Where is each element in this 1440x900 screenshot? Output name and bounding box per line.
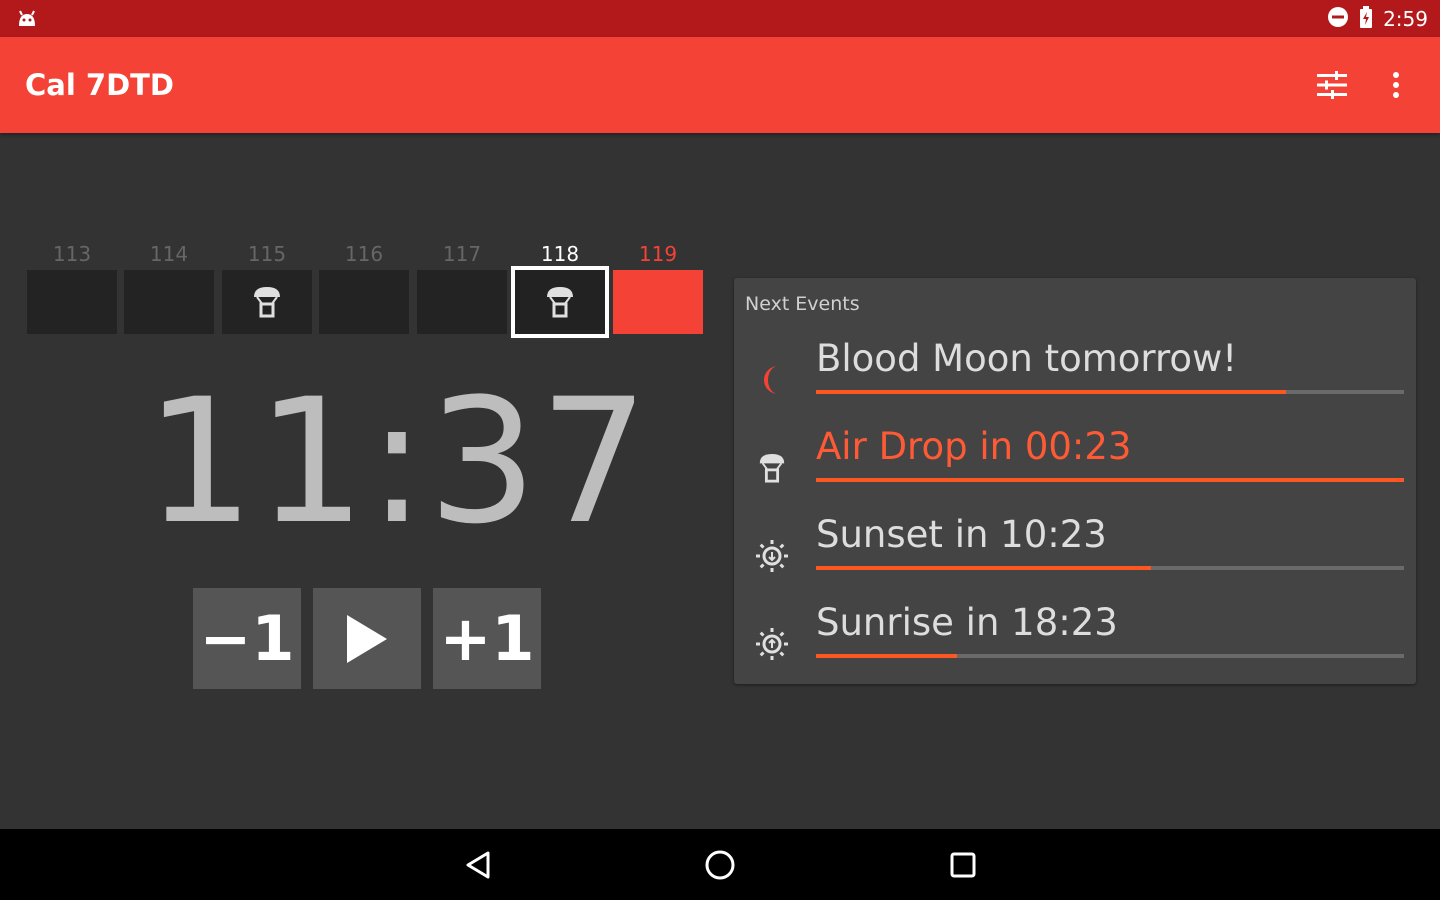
event-progress-fill (816, 654, 958, 658)
event-progress-fill (816, 390, 1287, 394)
day-cell[interactable]: 117 (417, 238, 507, 338)
tune-icon (1317, 71, 1347, 99)
day-box (511, 266, 609, 338)
airdrop-icon (752, 448, 792, 488)
event-row[interactable]: Air Drop in 00:23 (734, 424, 1416, 512)
overflow-menu-button[interactable] (1376, 65, 1416, 105)
event-progress-track (816, 566, 1404, 570)
day-number: 117 (442, 242, 482, 266)
day-cell[interactable]: 115 (222, 238, 312, 338)
plus-day-button[interactable]: +1 (433, 588, 541, 689)
airdrop-icon (547, 287, 573, 318)
play-button[interactable] (313, 588, 421, 689)
recents-square-icon (950, 852, 976, 878)
event-text: Air Drop in 00:23 (816, 425, 1132, 468)
settings-tune-button[interactable] (1310, 65, 1354, 105)
event-progress-track (816, 478, 1404, 482)
day-number: 115 (247, 242, 287, 266)
app-bar: Cal 7DTD (0, 37, 1440, 133)
do-not-disturb-icon (1327, 6, 1349, 33)
day-cell[interactable]: 114 (124, 238, 214, 338)
android-notification-icon (16, 8, 38, 28)
day-cell-blood-moon[interactable]: 119 (613, 238, 703, 338)
event-row[interactable]: Sunset in 10:23 (734, 512, 1416, 600)
status-bar: 2:59 (0, 0, 1440, 37)
event-progress-fill (816, 566, 1152, 570)
day-box (27, 270, 117, 334)
day-box (319, 270, 409, 334)
nav-home-button[interactable] (700, 845, 740, 885)
event-progress-track (816, 390, 1404, 394)
events-header: Next Events (745, 293, 860, 315)
event-text: Sunset in 10:23 (816, 513, 1107, 556)
app-title: Cal 7DTD (25, 68, 174, 102)
day-cell[interactable]: 113 (27, 238, 117, 338)
sunrise-icon (752, 624, 792, 664)
event-text: Sunrise in 18:23 (816, 601, 1118, 644)
next-events-card: Next Events Blood Moon tomorrow! Air Dro… (734, 278, 1416, 684)
home-circle-icon (705, 850, 735, 880)
day-number: 118 (540, 242, 580, 266)
event-progress-fill (816, 478, 1404, 482)
nav-recents-button[interactable] (943, 845, 983, 885)
system-navigation-bar (0, 829, 1440, 900)
day-number: 114 (149, 242, 189, 266)
minus-day-button[interactable]: −1 (193, 588, 301, 689)
moon-icon (752, 360, 792, 400)
day-number: 116 (344, 242, 384, 266)
day-box (417, 270, 507, 334)
day-cell-current[interactable]: 118 (511, 238, 609, 338)
day-strip: 113 114 115 116 117 118 119 (27, 238, 707, 338)
day-box (124, 270, 214, 334)
airdrop-icon (254, 287, 280, 318)
event-text: Blood Moon tomorrow! (816, 337, 1238, 380)
back-triangle-icon (466, 851, 490, 879)
game-clock: 11:37 (145, 361, 651, 562)
event-row[interactable]: Sunrise in 18:23 (734, 600, 1416, 688)
event-progress-track (816, 654, 1404, 658)
sunset-icon (752, 536, 792, 576)
day-box (222, 270, 312, 334)
nav-back-button[interactable] (458, 845, 498, 885)
play-icon (347, 614, 387, 663)
status-time: 2:59 (1383, 7, 1428, 31)
more-vert-icon (1393, 72, 1399, 98)
day-number: 113 (52, 242, 92, 266)
battery-icon (1359, 5, 1373, 33)
day-box (613, 270, 703, 334)
day-cell[interactable]: 116 (319, 238, 409, 338)
event-row[interactable]: Blood Moon tomorrow! (734, 336, 1416, 424)
day-number: 119 (638, 242, 678, 266)
